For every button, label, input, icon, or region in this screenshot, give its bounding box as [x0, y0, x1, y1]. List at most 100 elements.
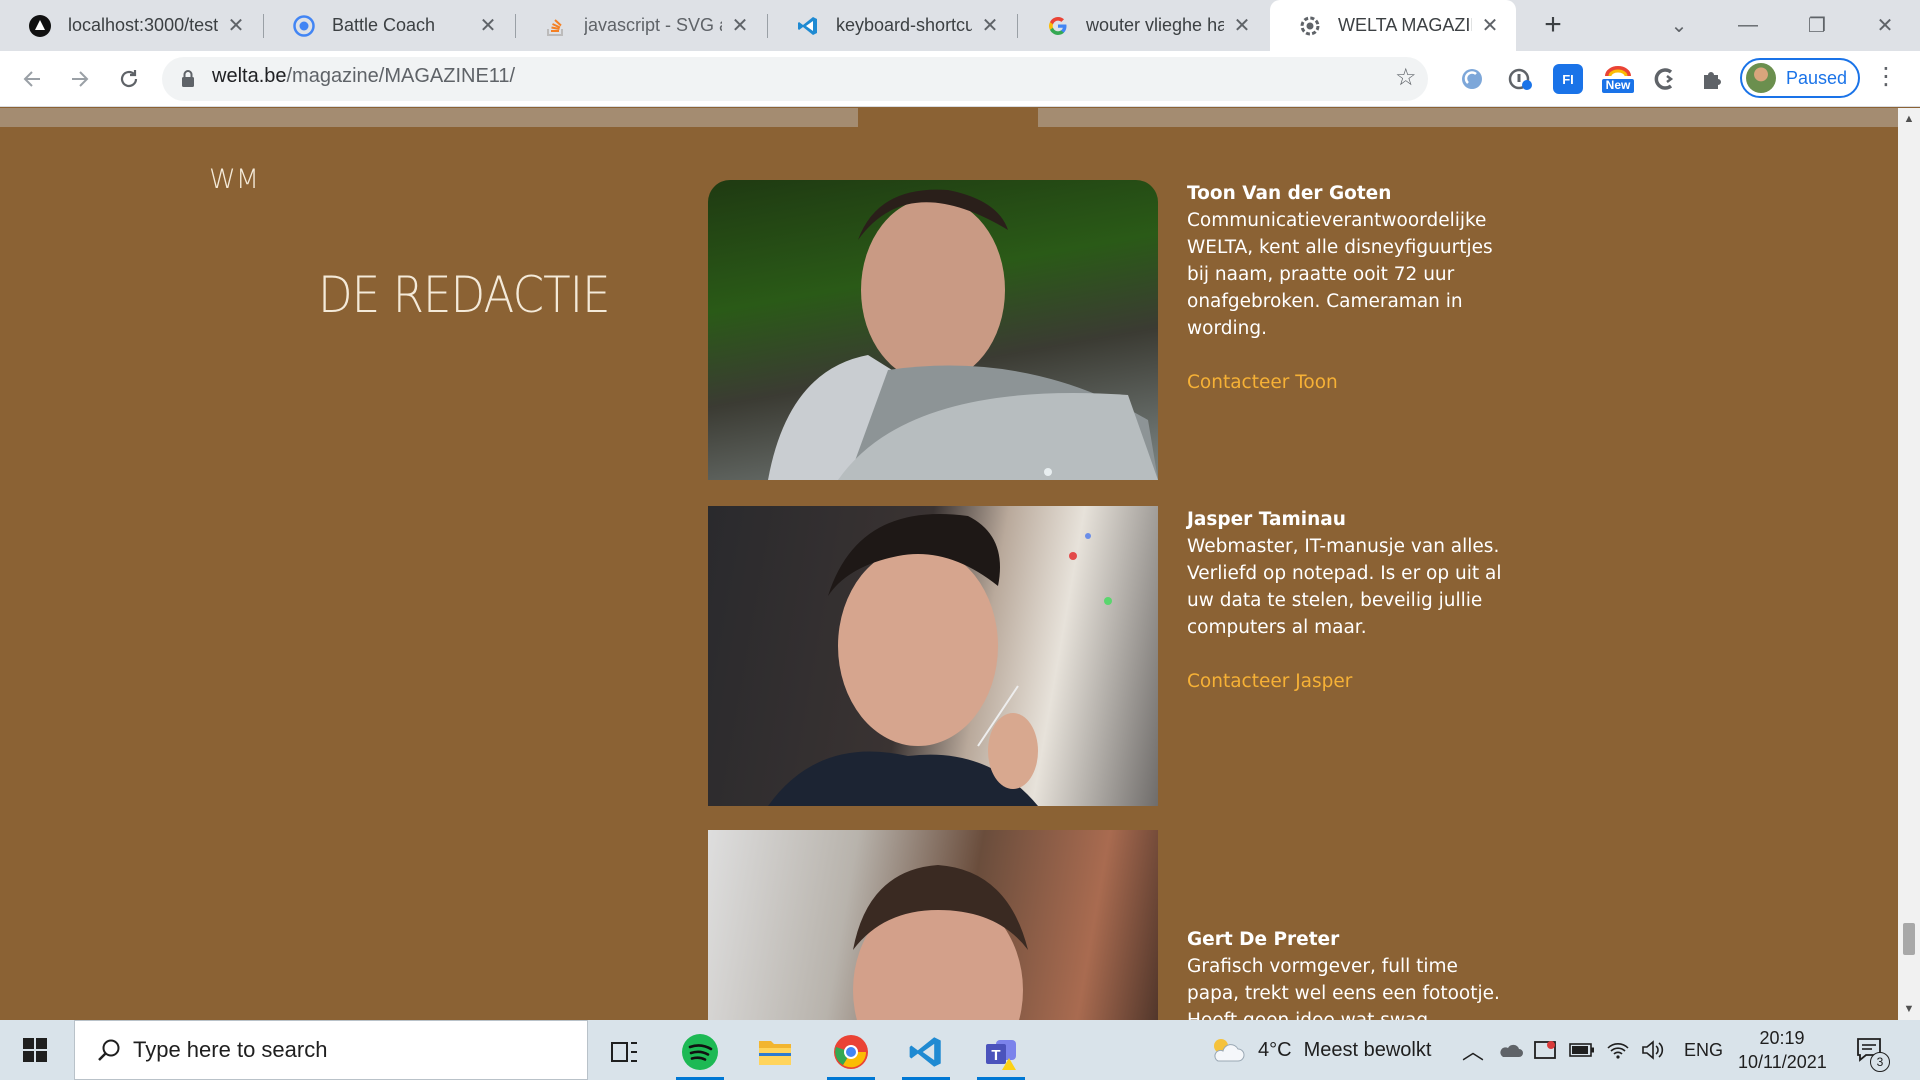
top-nav-bar-left: [0, 108, 858, 127]
member-name: Toon Van der Goten: [1187, 183, 1392, 204]
reload-icon[interactable]: [112, 62, 146, 96]
notification-center-icon[interactable]: 3: [1856, 1020, 1890, 1080]
sync-status-icon[interactable]: [1533, 1020, 1557, 1080]
contact-link-jasper[interactable]: Contacteer Jasper: [1187, 668, 1507, 695]
clock-time: 20:19: [1759, 1028, 1805, 1048]
tab-search-chevron-icon[interactable]: ⌄: [1662, 8, 1696, 42]
weather-temperature: 4°C: [1258, 1038, 1292, 1061]
url-text[interactable]: welta.be/magazine/MAGAZINE11/: [212, 65, 515, 88]
more-menu-icon[interactable]: ⋮: [1874, 62, 1898, 91]
avatar: [1746, 63, 1776, 93]
close-icon[interactable]: ✕: [728, 14, 752, 38]
extension-lastpass-icon[interactable]: [1505, 64, 1535, 94]
tab-title: wouter vlieghe han: [1086, 15, 1224, 35]
member-bio-jasper: Jasper Taminau Webmaster, IT-manusje van…: [1187, 506, 1507, 695]
bookmark-star-icon[interactable]: ☆: [1395, 63, 1417, 92]
chrome-icon[interactable]: [821, 1024, 881, 1080]
battery-icon[interactable]: [1569, 1020, 1595, 1080]
windows-start-icon[interactable]: [0, 1020, 70, 1080]
restore-icon[interactable]: ❐: [1800, 8, 1834, 42]
member-photo-jasper: [708, 506, 1158, 806]
close-icon[interactable]: ✕: [978, 14, 1002, 38]
member-name: Jasper Taminau: [1187, 509, 1346, 530]
stackoverflow-icon: [544, 14, 568, 38]
teams-icon[interactable]: T: [971, 1024, 1031, 1080]
taskbar-search-input[interactable]: Type here to search: [74, 1020, 588, 1080]
search-icon: [95, 1037, 123, 1065]
notification-count-badge: 3: [1870, 1052, 1890, 1072]
contact-link-toon[interactable]: Contacteer Toon: [1187, 369, 1507, 396]
member-photo-gert: [708, 830, 1158, 1020]
show-hidden-icons-chevron-icon[interactable]: ︿: [1462, 1020, 1484, 1080]
url-path: /magazine/MAGAZINE11/: [286, 65, 516, 87]
forward-arrow-icon[interactable]: [63, 62, 97, 96]
tab-battle-coach[interactable]: Battle Coach ✕: [264, 0, 514, 51]
extension-c-icon[interactable]: [1650, 64, 1680, 94]
tab-strip: localhost:3000/test ✕ Battle Coach ✕ jav…: [0, 0, 1920, 51]
tab-title: Battle Coach: [332, 15, 436, 35]
scrollbar-thumb[interactable]: [1903, 923, 1915, 955]
tab-title: WELTA MAGAZINE: [1338, 15, 1472, 35]
tab-keyboard-shortcuts[interactable]: keyboard-shortcuts ✕: [768, 0, 1016, 51]
onedrive-cloud-icon[interactable]: [1497, 1020, 1523, 1080]
input-language[interactable]: ENG: [1684, 1020, 1723, 1080]
cloud-sun-icon: [1214, 1039, 1245, 1062]
wifi-icon[interactable]: [1606, 1020, 1630, 1080]
extension-fi-icon[interactable]: FI: [1553, 64, 1583, 94]
tab-stackoverflow[interactable]: javascript - SVG arc ✕: [516, 0, 766, 51]
extensions-puzzle-icon[interactable]: [1697, 64, 1727, 94]
profile-paused-button[interactable]: Paused: [1740, 58, 1860, 98]
back-arrow-icon[interactable]: [15, 62, 49, 96]
page-content: WM DE REDACTIE Toon Van der Goten Commun…: [0, 108, 1898, 1020]
scroll-up-arrow-icon[interactable]: ▲: [1898, 108, 1920, 130]
spotify-icon[interactable]: [670, 1024, 730, 1080]
member-description: Grafisch vormgever, full time papa, trek…: [1187, 956, 1500, 1020]
member-description: Communicatieverantwoordelijke WELTA, ken…: [1187, 210, 1493, 339]
minimize-icon[interactable]: —: [1731, 8, 1765, 42]
search-placeholder: Type here to search: [133, 1037, 328, 1062]
vertical-scrollbar[interactable]: ▲ ▼: [1898, 108, 1920, 1020]
close-icon[interactable]: ✕: [1478, 14, 1502, 38]
scroll-down-arrow-icon[interactable]: ▼: [1898, 998, 1920, 1020]
target-icon: [292, 14, 316, 38]
weather-widget[interactable]: 4°C Meest bewolkt: [1208, 1020, 1431, 1080]
profile-status-label: Paused: [1786, 67, 1848, 88]
page-title: DE REDACTIE: [318, 266, 611, 324]
windows-taskbar: Type here to search T 4°C Meest bewolkt …: [0, 1020, 1920, 1080]
tab-welta-magazine[interactable]: WELTA MAGAZINE ✕: [1270, 0, 1516, 51]
tab-title: keyboard-shortcuts: [836, 15, 972, 35]
vscode-icon[interactable]: [896, 1024, 956, 1080]
app-triangle-icon: [28, 14, 52, 38]
extension-new-badge: New: [1605, 78, 1631, 92]
extension-new-icon[interactable]: New: [1600, 64, 1636, 94]
task-view-icon[interactable]: [594, 1024, 654, 1080]
svg-text:T: T: [991, 1047, 1000, 1064]
google-icon: [1046, 14, 1070, 38]
close-icon[interactable]: ✕: [224, 14, 248, 38]
window-close-icon[interactable]: ✕: [1868, 8, 1902, 42]
file-explorer-icon[interactable]: [745, 1024, 805, 1080]
site-logo[interactable]: WM: [209, 164, 259, 195]
gear-globe-icon: [1298, 14, 1322, 38]
tab-google-search[interactable]: wouter vlieghe han ✕: [1018, 0, 1268, 51]
clock-date: 10/11/2021: [1738, 1052, 1827, 1072]
member-name: Gert De Preter: [1187, 929, 1340, 950]
top-nav-bar-right: [1038, 108, 1898, 127]
close-icon[interactable]: ✕: [476, 14, 500, 38]
lock-icon[interactable]: [180, 69, 196, 89]
extension-refresh-icon[interactable]: [1457, 64, 1487, 94]
member-photo-toon: [708, 180, 1158, 480]
new-tab-button[interactable]: +: [1537, 8, 1569, 41]
weather-description: Meest bewolkt: [1303, 1038, 1432, 1061]
close-icon[interactable]: ✕: [1230, 14, 1254, 38]
tab-title: javascript - SVG arc: [584, 15, 722, 35]
tab-title: localhost:3000/test: [68, 15, 218, 35]
member-bio-toon: Toon Van der Goten Communicatieverantwoo…: [1187, 180, 1507, 396]
vscode-icon: [796, 14, 820, 38]
volume-icon[interactable]: [1641, 1020, 1665, 1080]
url-host: welta.be: [212, 65, 287, 87]
tab-localhost[interactable]: localhost:3000/test ✕: [0, 0, 262, 51]
member-bio-gert: Gert De Preter Grafisch vormgever, full …: [1187, 926, 1507, 1020]
system-clock[interactable]: 20:19 10/11/2021: [1738, 1026, 1827, 1074]
member-description: Webmaster, IT-manusje van alles. Verlief…: [1187, 536, 1502, 638]
